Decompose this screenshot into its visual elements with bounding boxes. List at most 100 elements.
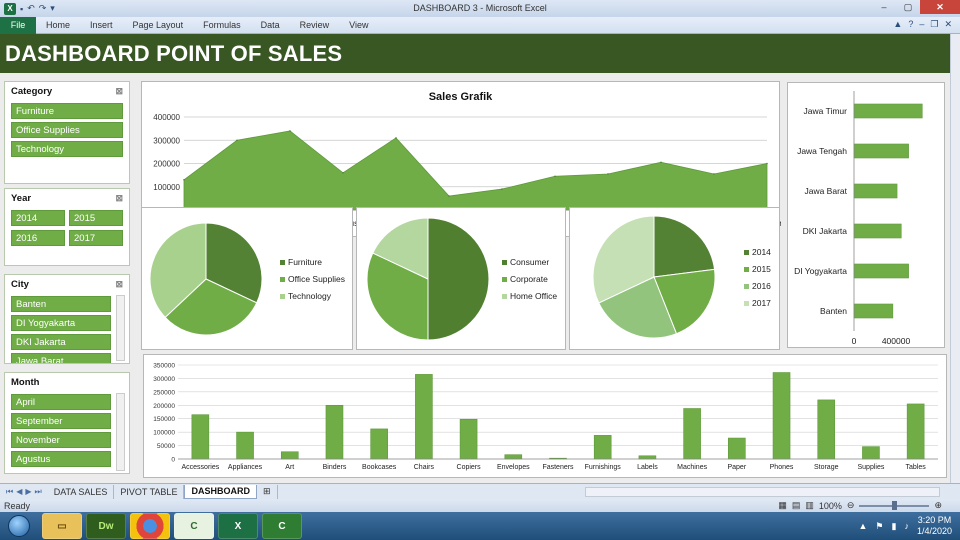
customize-qat-icon[interactable]: ▾ [50, 3, 55, 14]
workbook-close-icon[interactable]: ✕ [944, 19, 952, 30]
slicer-item-2015[interactable]: 2015 [69, 210, 123, 226]
tab-review[interactable]: Review [290, 20, 340, 30]
slicer-item-agustus[interactable]: Agustus [11, 451, 111, 467]
bar [280, 451, 299, 460]
x-tick-label: Binders [323, 464, 347, 471]
clear-filter-icon[interactable]: ⊠ [115, 279, 123, 290]
clear-filter-icon[interactable]: ⊠ [115, 86, 123, 97]
slicer-item-september[interactable]: September [11, 413, 111, 429]
network-icon[interactable]: ▮ [892, 521, 897, 532]
sheet-tab-data-sales[interactable]: DATA SALES [48, 484, 115, 499]
zoom-level[interactable]: 100% [819, 501, 842, 511]
x-tick-label: Supplies [858, 464, 885, 471]
excel-icon[interactable]: X [4, 2, 16, 15]
slicer-item-2016[interactable]: 2016 [11, 230, 65, 246]
status-ready: Ready [4, 500, 31, 511]
sheet-tab-pivot-table[interactable]: PIVOT TABLE [114, 484, 185, 499]
area-data-point [713, 173, 715, 175]
slicer-month-scrollbar[interactable] [116, 393, 125, 471]
slicer-item-dki-jakarta[interactable]: DKI Jakarta [11, 334, 111, 350]
zoom-out-icon[interactable]: ⊖ [847, 500, 855, 511]
slicer-item-banten[interactable]: Banten [11, 296, 111, 312]
zoom-in-icon[interactable]: ⊕ [934, 500, 942, 511]
slicer-year-title: Year [11, 192, 32, 204]
help-icon[interactable]: ? [908, 19, 913, 30]
tab-page-layout[interactable]: Page Layout [123, 20, 194, 30]
slicer-city[interactable]: City ⊠ Banten DI Yogyakarta DKI Jakarta … [4, 274, 130, 364]
slicer-item-di-yogyakarta[interactable]: DI Yogyakarta [11, 315, 111, 331]
segment-pie-chart[interactable]: Consumer Corporate Home Office [356, 207, 566, 350]
zoom-slider[interactable] [859, 500, 930, 510]
minimize-icon[interactable]: – [872, 0, 896, 14]
tab-view[interactable]: View [339, 20, 378, 30]
slicer-item-april[interactable]: April [11, 394, 111, 410]
area-data-point [554, 175, 556, 178]
prev-sheet-icon[interactable]: ◀ [16, 487, 22, 497]
clear-filter-icon[interactable]: ⊠ [115, 193, 123, 204]
volume-icon[interactable]: ♪ [904, 521, 909, 531]
chrome-icon[interactable] [130, 513, 170, 539]
first-sheet-icon[interactable]: ⏮ [6, 487, 13, 497]
slicer-year-items: 2014 2015 2016 2017 [11, 210, 123, 246]
close-icon[interactable]: ✕ [920, 0, 960, 14]
y-tick-label: Jawa Tengah [797, 146, 847, 156]
y-tick-label: Banten [820, 306, 847, 316]
slicer-item-2017[interactable]: 2017 [69, 230, 123, 246]
city-bar-chart[interactable]: Jawa Timur Jawa Tengah Jawa Barat DKI Jakar… [787, 82, 945, 348]
flag-icon[interactable]: ⚑ [875, 521, 883, 532]
slicer-item-jawa-barat[interactable]: Jawa Barat [11, 353, 111, 363]
page-break-view-icon[interactable]: ▥ [805, 500, 814, 511]
vertical-scrollbar[interactable] [950, 34, 960, 483]
area-data-point [395, 137, 397, 139]
page-layout-view-icon[interactable]: ▤ [792, 500, 801, 511]
minimize-ribbon-icon[interactable]: ▲ [893, 19, 902, 30]
camtasia-icon[interactable]: C [174, 513, 214, 539]
redo-icon[interactable]: ↷ [39, 3, 47, 14]
worksheet[interactable]: DASHBOARD POINT OF SALES Category ⊠ Furn… [0, 34, 950, 483]
subcategory-bar-chart[interactable]: 0 50000 100000 150000 200000 250000 300000 3500… [143, 354, 947, 478]
slicer-item-2014[interactable]: 2014 [11, 210, 65, 226]
slicer-month-title: Month [11, 376, 40, 388]
horizontal-scrollbar[interactable] [585, 487, 940, 497]
slicer-item-technology[interactable]: Technology [11, 141, 123, 157]
slicer-city-scrollbar[interactable] [116, 295, 125, 361]
dreamweaver-icon[interactable]: Dw [86, 513, 126, 539]
file-explorer-icon[interactable]: ▭ [42, 513, 82, 539]
bar [459, 418, 478, 460]
tray-arrow-icon[interactable]: ▲ [859, 521, 868, 531]
save-icon[interactable]: ▪ [20, 4, 23, 14]
slicer-item-office-supplies[interactable]: Office Supplies [11, 122, 123, 138]
tab-formulas[interactable]: Formulas [193, 20, 251, 30]
category-pie-chart[interactable]: Furniture Office Supplies Technology [141, 207, 353, 350]
slicer-category[interactable]: Category ⊠ Furniture Office Supplies Tec… [4, 81, 130, 184]
last-sheet-icon[interactable]: ⏭ [35, 487, 42, 497]
pie-slice [653, 215, 716, 278]
bar [906, 403, 925, 460]
maximize-icon[interactable]: ▢ [896, 0, 920, 14]
zoom-slider-thumb[interactable] [892, 500, 898, 510]
sheet-nav: ⏮ ◀ ▶ ⏭ [0, 487, 48, 497]
sheet-tab-dashboard[interactable]: DASHBOARD [184, 484, 257, 499]
slicer-month[interactable]: Month April September November Agustus [4, 372, 130, 474]
normal-view-icon[interactable]: ▦ [778, 500, 787, 511]
next-sheet-icon[interactable]: ▶ [25, 487, 31, 497]
tab-home[interactable]: Home [36, 20, 80, 30]
slicer-item-furniture[interactable]: Furniture [11, 103, 123, 119]
bar [638, 455, 657, 460]
workbook-restore-icon[interactable]: ❐ [930, 19, 938, 30]
start-button[interactable] [0, 512, 38, 540]
tab-data[interactable]: Data [251, 20, 290, 30]
undo-icon[interactable]: ↶ [27, 3, 35, 14]
clock[interactable]: 3:20 PM 1/4/2020 [917, 515, 952, 537]
workbook-minimize-icon[interactable]: – [919, 19, 924, 30]
bar [853, 143, 909, 159]
camtasia-recorder-icon[interactable]: C [262, 513, 302, 539]
slicer-year[interactable]: Year ⊠ 2014 2015 2016 2017 [4, 188, 130, 266]
tab-insert[interactable]: Insert [80, 20, 123, 30]
slicer-item-november[interactable]: November [11, 432, 111, 448]
insert-sheet-icon[interactable]: ⊞ [257, 484, 278, 499]
year-pie-chart[interactable]: 2014 2015 2016 2017 [569, 207, 780, 350]
excel-taskbar-icon[interactable]: X [218, 513, 258, 539]
bar [772, 372, 791, 460]
tab-file[interactable]: File [0, 16, 36, 34]
